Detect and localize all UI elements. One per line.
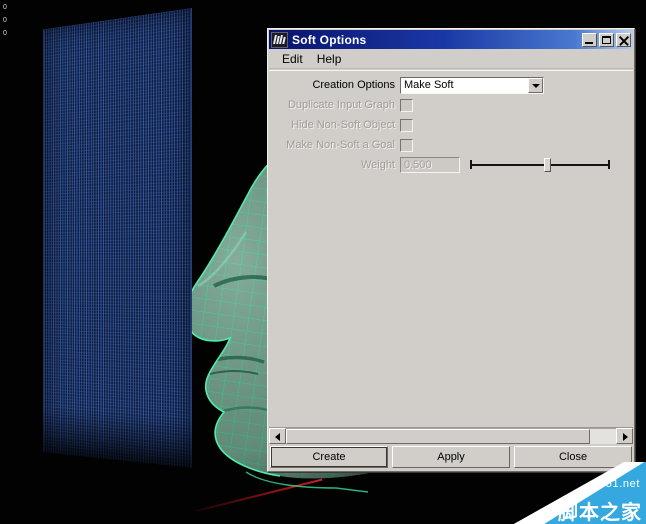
duplicate-input-graph-checkbox[interactable] (400, 98, 413, 112)
cloth-shadow (43, 406, 192, 470)
apply-button[interactable]: Apply (392, 446, 510, 468)
weight-label: Weight (360, 159, 395, 171)
create-button[interactable]: Create (270, 446, 388, 468)
close-dialog-button[interactable]: Close (514, 446, 632, 468)
hide-non-soft-object-label: Hide Non-Soft Object (291, 119, 395, 131)
duplicate-input-graph-label: Duplicate Input Graph (287, 99, 395, 111)
soft-options-window[interactable]: Soft Options Edit Help Creation Options … (267, 28, 635, 472)
viewport-corner-counters: 0 0 0 (3, 1, 7, 40)
screenshot-root: 0 0 0 Soft Options Edit Help Creation Op… (0, 0, 646, 524)
horizontal-scrollbar[interactable] (269, 427, 633, 444)
minimize-button[interactable] (582, 32, 597, 47)
scroll-left-button[interactable] (269, 428, 286, 444)
minimize-icon (585, 41, 593, 44)
row-creation-options: Creation Options Make Soft (269, 76, 633, 94)
row-hide-non-soft-object: Hide Non-Soft Object (269, 116, 633, 134)
maximize-icon (602, 35, 611, 44)
creation-options-label: Creation Options (312, 79, 395, 91)
row-duplicate-input-graph: Duplicate Input Graph (269, 96, 633, 114)
weight-input[interactable]: 0.500 (400, 157, 460, 173)
counter-line-2: 0 (3, 17, 7, 24)
maximize-button[interactable] (599, 32, 614, 47)
scrollbar-trough[interactable] (286, 428, 616, 444)
menu-bar[interactable]: Edit Help (269, 50, 633, 69)
hide-non-soft-object-checkbox[interactable] (400, 118, 413, 132)
weight-slider[interactable] (470, 157, 610, 173)
menu-edit[interactable]: Edit (275, 51, 310, 68)
weight-slider-handle[interactable] (544, 158, 551, 172)
counter-line-1: 0 (3, 4, 7, 11)
menu-help[interactable]: Help (310, 51, 349, 68)
dialog-button-bar: Create Apply Close (270, 446, 632, 468)
scroll-right-icon (623, 433, 628, 441)
counter-line-3: 0 (3, 30, 7, 37)
close-button[interactable] (616, 32, 631, 47)
make-non-soft-a-goal-checkbox[interactable] (400, 138, 413, 152)
make-non-soft-a-goal-label: Make Non-Soft a Goal (286, 139, 395, 151)
blue-wireframe-plane[interactable] (43, 8, 192, 470)
row-make-non-soft-a-goal: Make Non-Soft a Goal (269, 136, 633, 154)
creation-options-value: Make Soft (404, 79, 454, 91)
chevron-down-icon[interactable] (528, 77, 543, 93)
window-title: Soft Options (292, 32, 367, 47)
window-titlebar[interactable]: Soft Options (269, 30, 633, 49)
window-button-group (582, 32, 631, 47)
cloth-mesh-surface (43, 8, 192, 468)
maya-app-icon (271, 31, 288, 48)
scrollbar-thumb[interactable] (286, 429, 590, 444)
weight-slider-track (470, 164, 610, 166)
creation-options-dropdown[interactable]: Make Soft (400, 76, 544, 94)
weight-slider-max-tick (608, 160, 610, 169)
weight-slider-min-tick (470, 160, 472, 169)
scroll-left-icon (275, 433, 280, 441)
dialog-body: Creation Options Make Soft Duplicate Inp… (269, 70, 633, 427)
scroll-right-button[interactable] (616, 428, 633, 444)
row-weight: Weight 0.500 (269, 156, 633, 174)
